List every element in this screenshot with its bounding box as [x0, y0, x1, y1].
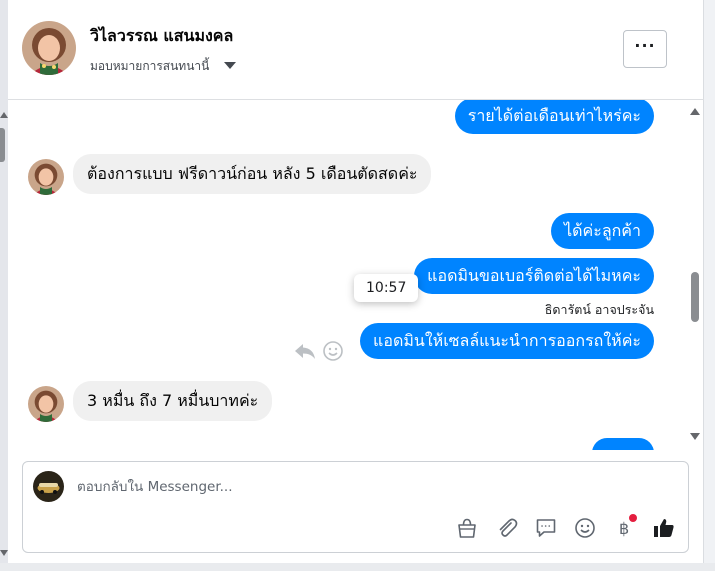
bottom-margin — [0, 563, 715, 571]
page-avatar — [33, 471, 64, 502]
message-bubble-outgoing[interactable]: รายได้ต่อเดือนเท่าไหร่คะ — [454, 100, 654, 134]
emoji-icon[interactable] — [571, 514, 599, 542]
sender-name: ธิดารัตน์ อาจประจัน — [544, 302, 654, 317]
message-thread: รายได้ต่อเดือนเท่าไหร่คะ ต้องการแบบ ฟรีด… — [8, 100, 704, 450]
notification-dot — [629, 514, 637, 522]
emoji-reaction-icon[interactable] — [322, 340, 344, 366]
assign-conversation-label[interactable]: มอบหมายการสนทนานี้ — [90, 57, 209, 76]
scroll-up-arrow[interactable] — [690, 108, 700, 115]
message-bubble-partial[interactable] — [592, 438, 654, 450]
left-scroll-up-arrow[interactable] — [0, 112, 8, 118]
timestamp-tooltip: 10:57 — [354, 274, 419, 302]
svg-text:฿: ฿ — [619, 519, 629, 538]
paperclip-icon[interactable] — [493, 514, 521, 542]
thumbs-up-icon[interactable] — [650, 514, 678, 542]
message-actions — [294, 340, 344, 366]
conversation-header: วิไลวรรณ แสนมงคล มอบหมายการสนทนานี้ ··· — [8, 0, 704, 100]
bag-icon[interactable] — [453, 514, 481, 542]
saved-reply-icon[interactable] — [532, 514, 560, 542]
message-bubble-incoming[interactable]: ต้องการแบบ ฟรีดาวน์ก่อน หลัง 5 เดือนตัดส… — [73, 154, 432, 194]
scroll-thumb[interactable] — [691, 272, 699, 322]
right-margin — [704, 0, 715, 571]
left-scroll-thumb[interactable] — [0, 128, 5, 162]
left-scroll-down-arrow[interactable] — [0, 550, 8, 556]
reply-input[interactable] — [77, 476, 657, 498]
caret-down-icon[interactable] — [224, 62, 236, 69]
more-options-button[interactable]: ··· — [623, 30, 667, 68]
app-frame: วิไลวรรณ แสนมงคล มอบหมายการสนทนานี้ ··· … — [0, 0, 715, 571]
message-bubble-outgoing[interactable]: แอดมินให้เซลล์แนะนำการออกรถให้ค่ะ — [360, 323, 654, 359]
reply-composer: ฿ — [22, 461, 689, 553]
scroll-down-arrow[interactable] — [690, 433, 700, 440]
message-bubble-outgoing[interactable]: แอดมินขอเบอร์ติดต่อได้ไมหคะ — [414, 258, 654, 294]
contact-name[interactable]: วิไลวรรณ แสนมงคล — [90, 24, 233, 49]
message-bubble-incoming[interactable]: 3 หมื่น ถึง 7 หมื่นบาทค่ะ — [73, 381, 273, 421]
reply-icon[interactable] — [294, 341, 316, 365]
more-options-label: ··· — [634, 36, 656, 55]
message-bubble-outgoing[interactable]: ได้ค่ะลูกค้า — [551, 213, 654, 249]
contact-avatar-small[interactable] — [28, 159, 64, 195]
left-scrollbar[interactable] — [0, 0, 8, 571]
contact-avatar-small[interactable] — [28, 386, 64, 422]
contact-avatar[interactable] — [22, 21, 76, 75]
baht-payment-icon[interactable]: ฿ — [611, 514, 639, 542]
thread-scrollbar[interactable] — [688, 100, 704, 450]
conversation-panel: วิไลวรรณ แสนมงคล มอบหมายการสนทนานี้ ··· … — [8, 0, 704, 563]
